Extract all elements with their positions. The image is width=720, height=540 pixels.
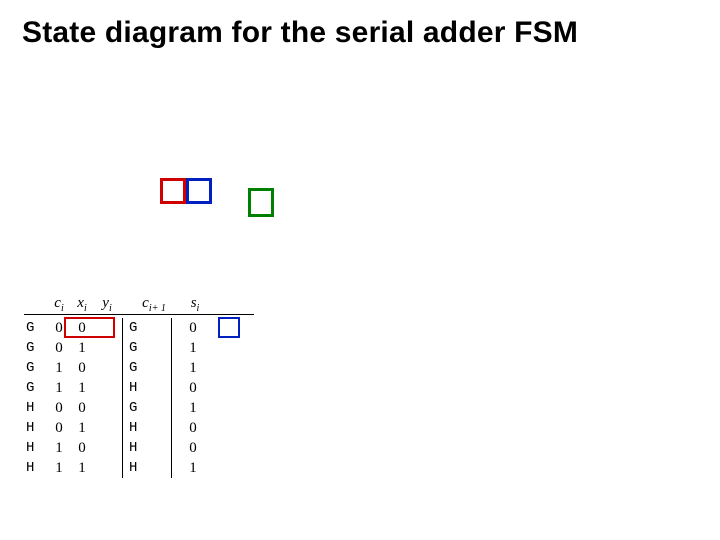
cell: H xyxy=(26,458,48,478)
hdr-ci1: c xyxy=(142,295,149,311)
cell xyxy=(94,338,120,358)
cell: G xyxy=(129,318,147,338)
cell: 0 xyxy=(182,378,204,398)
cell xyxy=(147,318,169,338)
cell: 0 xyxy=(48,398,70,418)
hdr-ci: c xyxy=(54,295,61,311)
cell xyxy=(147,378,169,398)
cell: 1 xyxy=(70,418,94,438)
cell: H xyxy=(26,438,48,458)
cell xyxy=(94,418,120,438)
cell: 1 xyxy=(48,438,70,458)
cell: G xyxy=(129,338,147,358)
hdr-si-sub: i xyxy=(197,303,200,314)
cell: 1 xyxy=(182,358,204,378)
cell xyxy=(147,398,169,418)
cell: 1 xyxy=(182,338,204,358)
hdr-yi: y xyxy=(102,295,109,311)
legend-box-blue xyxy=(186,178,212,204)
cell: H xyxy=(26,398,48,418)
cell: 0 xyxy=(70,438,94,458)
hdr-si: s xyxy=(191,295,197,311)
cell: 0 xyxy=(182,438,204,458)
cell: G xyxy=(26,358,48,378)
cell: 0 xyxy=(48,418,70,438)
cell: H xyxy=(26,418,48,438)
cell: 1 xyxy=(48,358,70,378)
cell xyxy=(147,358,169,378)
cell: 1 xyxy=(182,458,204,478)
slide-title: State diagram for the serial adder FSM xyxy=(22,16,578,50)
cell: G xyxy=(26,318,48,338)
cell xyxy=(94,378,120,398)
col-si: 0 1 1 0 1 0 0 1 xyxy=(182,318,204,478)
table-vline-1 xyxy=(122,318,123,478)
hdr-yi-sub: i xyxy=(109,303,112,314)
cell: 1 xyxy=(48,378,70,398)
cell: G xyxy=(26,338,48,358)
cell: 0 xyxy=(70,358,94,378)
cell xyxy=(94,318,120,338)
hdr-xi-sub: i xyxy=(84,303,87,314)
cell xyxy=(147,418,169,438)
cell: H xyxy=(129,378,147,398)
cell: H xyxy=(129,458,147,478)
cell xyxy=(94,458,120,478)
hdr-xi: x xyxy=(77,295,84,311)
cell: 1 xyxy=(182,398,204,418)
hdr-ci-sub: i xyxy=(61,303,64,314)
col-yi xyxy=(94,318,120,478)
cell: G xyxy=(129,398,147,418)
cell: 1 xyxy=(48,458,70,478)
truth-table-body: G G G G H H H H 0 0 1 1 0 0 1 1 0 1 0 1 … xyxy=(26,318,204,478)
cell xyxy=(94,398,120,418)
col-ci1 xyxy=(147,318,169,478)
cell: 0 xyxy=(48,338,70,358)
cell xyxy=(147,338,169,358)
cell: 0 xyxy=(70,318,94,338)
cell: 1 xyxy=(70,338,94,358)
col-ci: 0 0 1 1 0 0 1 1 xyxy=(48,318,70,478)
cell: 1 xyxy=(70,378,94,398)
legend-box-red xyxy=(160,178,186,204)
cell xyxy=(94,358,120,378)
col-xi: 0 1 0 1 0 1 0 1 xyxy=(70,318,94,478)
highlight-output-row0 xyxy=(218,317,240,338)
cell: G xyxy=(129,358,147,378)
cell: 1 xyxy=(70,458,94,478)
cell: 0 xyxy=(70,398,94,418)
cell: H xyxy=(129,418,147,438)
col-state-left: G G G G H H H H xyxy=(26,318,48,478)
cell xyxy=(94,438,120,458)
truth-table-headers: ci xi yi ci+ 1 si xyxy=(26,290,210,312)
col-state-next: G G G H G H H H xyxy=(129,318,147,478)
cell: 0 xyxy=(48,318,70,338)
cell xyxy=(147,458,169,478)
legend-box-green xyxy=(248,188,274,217)
header-rule xyxy=(24,314,254,315)
cell: 0 xyxy=(182,418,204,438)
table-vline-2 xyxy=(171,318,172,478)
cell: G xyxy=(26,378,48,398)
cell: H xyxy=(129,438,147,458)
hdr-ci1-plus: + 1 xyxy=(152,303,166,314)
cell xyxy=(147,438,169,458)
cell: 0 xyxy=(182,318,204,338)
